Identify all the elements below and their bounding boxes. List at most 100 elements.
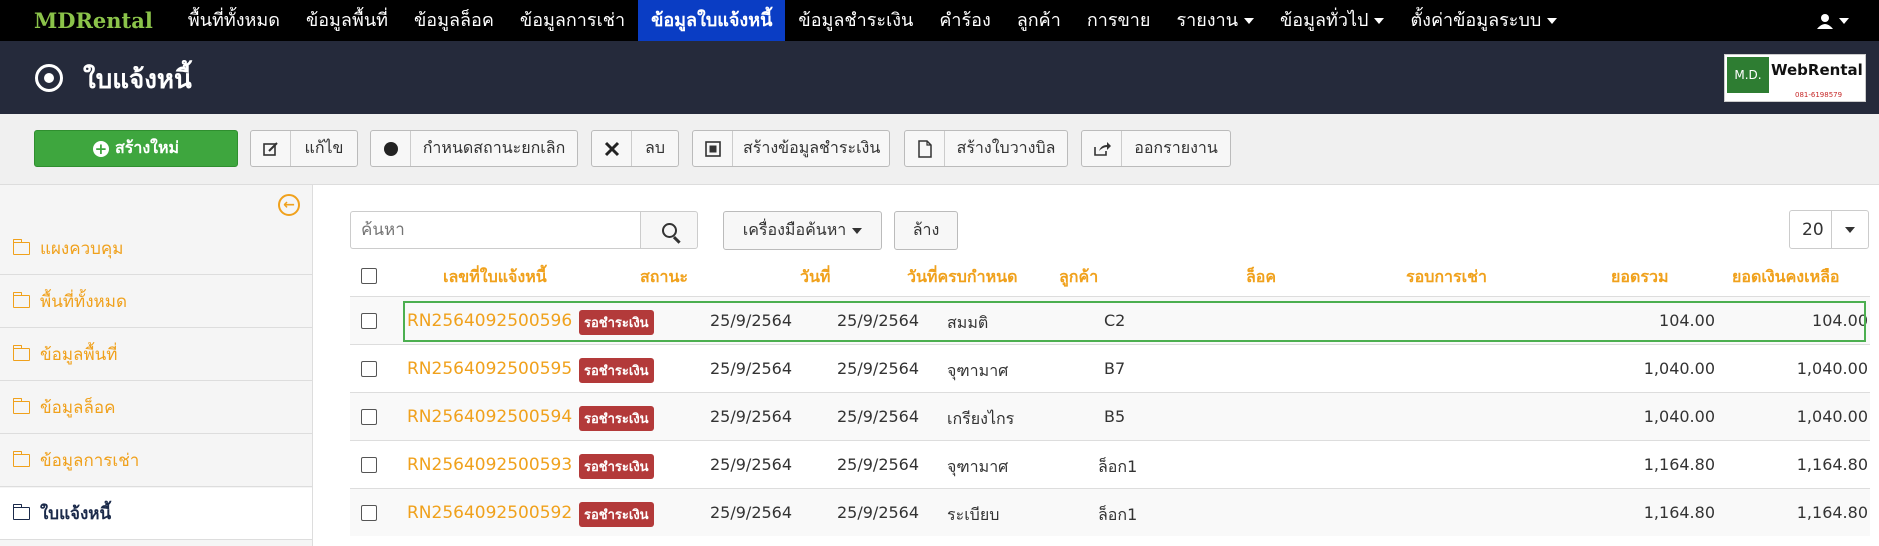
- column-header-customer[interactable]: ลูกค้า: [1059, 265, 1098, 290]
- lock-cell: B7: [1104, 359, 1126, 378]
- total-cell: 1,040.00: [1643, 407, 1715, 426]
- search-button[interactable]: [640, 211, 698, 249]
- nav-item-lock-info[interactable]: ข้อมูลล็อค: [401, 0, 507, 41]
- caret-down-icon: [1547, 18, 1558, 24]
- target-icon: [35, 64, 63, 92]
- arrow-circle-left-icon[interactable]: ←: [278, 194, 300, 216]
- table-row[interactable]: RN2564092500592 รอชำระเงิน 25/9/2564 25/…: [350, 488, 1870, 536]
- row-checkbox[interactable]: [361, 457, 377, 473]
- row-checkbox[interactable]: [361, 409, 377, 425]
- sidebar-item-rental-info[interactable]: ข้อมูลการเช่า: [0, 435, 312, 487]
- nav-item-customers[interactable]: ลูกค้า: [1004, 0, 1074, 41]
- lock-cell: ล็อก1: [1098, 505, 1138, 524]
- sidebar-item-label: ข้อมูลการเช่า: [40, 451, 140, 471]
- set-cancel-status-button[interactable]: กำหนดสถานะยกเลิก: [370, 130, 578, 167]
- invoice-no-link[interactable]: RN2564092500596: [407, 311, 572, 331]
- nav-item-reports[interactable]: รายงาน: [1163, 0, 1267, 41]
- brand-logo[interactable]: MDRental: [0, 0, 175, 41]
- search-input[interactable]: [350, 211, 640, 249]
- close-icon: [592, 131, 632, 166]
- nav-item-payment-info[interactable]: ข้อมูลชำระเงิน: [785, 0, 926, 41]
- sidebar-item-label: ข้อมูลพื้นที่: [40, 345, 118, 365]
- table-row[interactable]: RN2564092500595 รอชำระเงิน 25/9/2564 25/…: [350, 344, 1870, 392]
- user-menu[interactable]: [1817, 0, 1849, 41]
- table-row[interactable]: RN2564092500593 รอชำระเงิน 25/9/2564 25/…: [350, 440, 1870, 488]
- column-header-lock[interactable]: ล็อค: [1246, 265, 1276, 290]
- sidebar-item-label: แผงควบคุม: [40, 239, 124, 259]
- balance-cell: 104.00: [1812, 311, 1868, 330]
- clear-button[interactable]: ล้าง: [894, 211, 958, 250]
- invoice-no-link[interactable]: RN2564092500592: [407, 503, 572, 523]
- date-cell: 25/9/2564: [710, 311, 793, 330]
- row-checkbox[interactable]: [361, 361, 377, 377]
- edit-button[interactable]: แก้ไข: [250, 130, 358, 167]
- page-title: ใบแจ้งหนี้: [83, 65, 192, 95]
- invoice-no-link[interactable]: RN2564092500593: [407, 455, 572, 475]
- delete-button[interactable]: ลบ: [591, 130, 679, 167]
- date-cell: 25/9/2564: [710, 503, 793, 522]
- column-header-invoice-no[interactable]: เลขที่ใบแจ้งหนี้: [443, 265, 547, 290]
- nav-item-general-info[interactable]: ข้อมูลทั่วไป: [1267, 0, 1397, 41]
- caret-down-icon: [852, 227, 863, 234]
- logo-left-text: M.D.: [1727, 57, 1769, 93]
- table-row[interactable]: RN2564092500596 รอชำระเงิน 25/9/2564 25/…: [350, 296, 1870, 344]
- logo-right-text: WebRental: [1771, 61, 1863, 79]
- total-cell: 1,164.80: [1643, 503, 1715, 522]
- sidebar-item-all-areas[interactable]: พื้นที่ทั้งหมด: [0, 276, 312, 328]
- column-header-date[interactable]: วันที่: [800, 265, 830, 290]
- status-badge: รอชำระเงิน: [579, 406, 654, 431]
- balance-cell: 1,164.80: [1796, 503, 1868, 522]
- page-size-select[interactable]: 20: [1789, 210, 1869, 249]
- folder-icon: [12, 239, 30, 255]
- customer-cell: เกรียงไกร: [947, 409, 1015, 428]
- caret-down-icon: [1244, 18, 1254, 24]
- column-header-rental-period[interactable]: รอบการเช่า: [1406, 265, 1487, 290]
- row-checkbox[interactable]: [361, 313, 377, 329]
- balance-cell: 1,040.00: [1796, 359, 1868, 378]
- folder-icon: [12, 451, 30, 467]
- sidebar-item-label: พื้นที่ทั้งหมด: [40, 292, 127, 312]
- row-checkbox[interactable]: [361, 505, 377, 521]
- select-all-checkbox[interactable]: [361, 268, 377, 284]
- nav-item-system-settings[interactable]: ตั้งค่าข้อมูลระบบ: [1397, 0, 1570, 41]
- sidebar-item-area-info[interactable]: ข้อมูลพื้นที่: [0, 329, 312, 381]
- invoice-no-link[interactable]: RN2564092500594: [407, 407, 572, 427]
- lock-cell: B5: [1104, 407, 1126, 426]
- sidebar-item-invoice[interactable]: ใบแจ้งหนี้: [0, 488, 312, 540]
- create-payment-button[interactable]: สร้างข้อมูลชำระเงิน: [692, 130, 890, 167]
- total-cell: 1,164.80: [1643, 455, 1715, 474]
- export-label: ออกรายงาน: [1134, 138, 1218, 157]
- sidebar-item-lock-info[interactable]: ข้อมูลล็อค: [0, 382, 312, 434]
- page-size-value: 20: [1802, 220, 1824, 240]
- table-header: เลขที่ใบแจ้งหนี้ สถานะ วันที่ วันที่ครบก…: [350, 257, 1870, 295]
- search-tools-dropdown[interactable]: เครื่องมือค้นหา: [723, 211, 882, 250]
- column-header-total[interactable]: ยอดรวม: [1611, 265, 1669, 290]
- column-header-due-date[interactable]: วันที่ครบกำหนด: [907, 265, 1017, 290]
- nav-item-sales[interactable]: การขาย: [1074, 0, 1164, 41]
- customer-cell: จุฑามาศ: [947, 361, 1009, 380]
- folder-icon: [12, 345, 30, 361]
- export-button[interactable]: ออกรายงาน: [1081, 130, 1231, 167]
- invoice-no-link[interactable]: RN2564092500595: [407, 359, 572, 379]
- lock-cell: C2: [1104, 311, 1126, 330]
- status-badge: รอชำระเงิน: [579, 454, 654, 479]
- nav-item-all-areas[interactable]: พื้นที่ทั้งหมด: [175, 0, 293, 41]
- customer-cell: จุฑามาศ: [947, 457, 1009, 476]
- sidebar-item-dashboard[interactable]: แผงควบคุม: [0, 223, 312, 275]
- column-header-status[interactable]: สถานะ: [640, 265, 688, 290]
- create-billing-button[interactable]: สร้างใบวางบิล: [904, 130, 1068, 167]
- nav-item-requests[interactable]: คำร้อง: [926, 0, 1003, 41]
- set-cancel-status-label: กำหนดสถานะยกเลิก: [422, 138, 566, 157]
- page-size-dropdown-toggle[interactable]: [1831, 211, 1868, 248]
- circle-icon: [371, 131, 411, 166]
- main-content: เครื่องมือค้นหา ล้าง 20 เลขที่ใบแจ้งหนี้…: [313, 185, 1879, 546]
- table-row[interactable]: RN2564092500594 รอชำระเงิน 25/9/2564 25/…: [350, 392, 1870, 440]
- action-toolbar: + สร้างใหม่ แก้ไข กำหนดสถานะยกเลิก ลบ สร…: [0, 114, 1879, 185]
- nav-item-rental-info[interactable]: ข้อมูลการเช่า: [507, 0, 638, 41]
- nav-item-invoice-info[interactable]: ข้อมูลใบแจ้งหนี้: [638, 0, 786, 41]
- create-new-button[interactable]: + สร้างใหม่: [34, 130, 238, 167]
- nav-item-area-info[interactable]: ข้อมูลพื้นที่: [293, 0, 401, 41]
- customer-cell: ระเบียบ: [947, 505, 1000, 524]
- column-header-balance[interactable]: ยอดเงินคงเหลือ: [1732, 265, 1840, 290]
- search-tools-label: เครื่องมือค้นหา: [742, 220, 847, 239]
